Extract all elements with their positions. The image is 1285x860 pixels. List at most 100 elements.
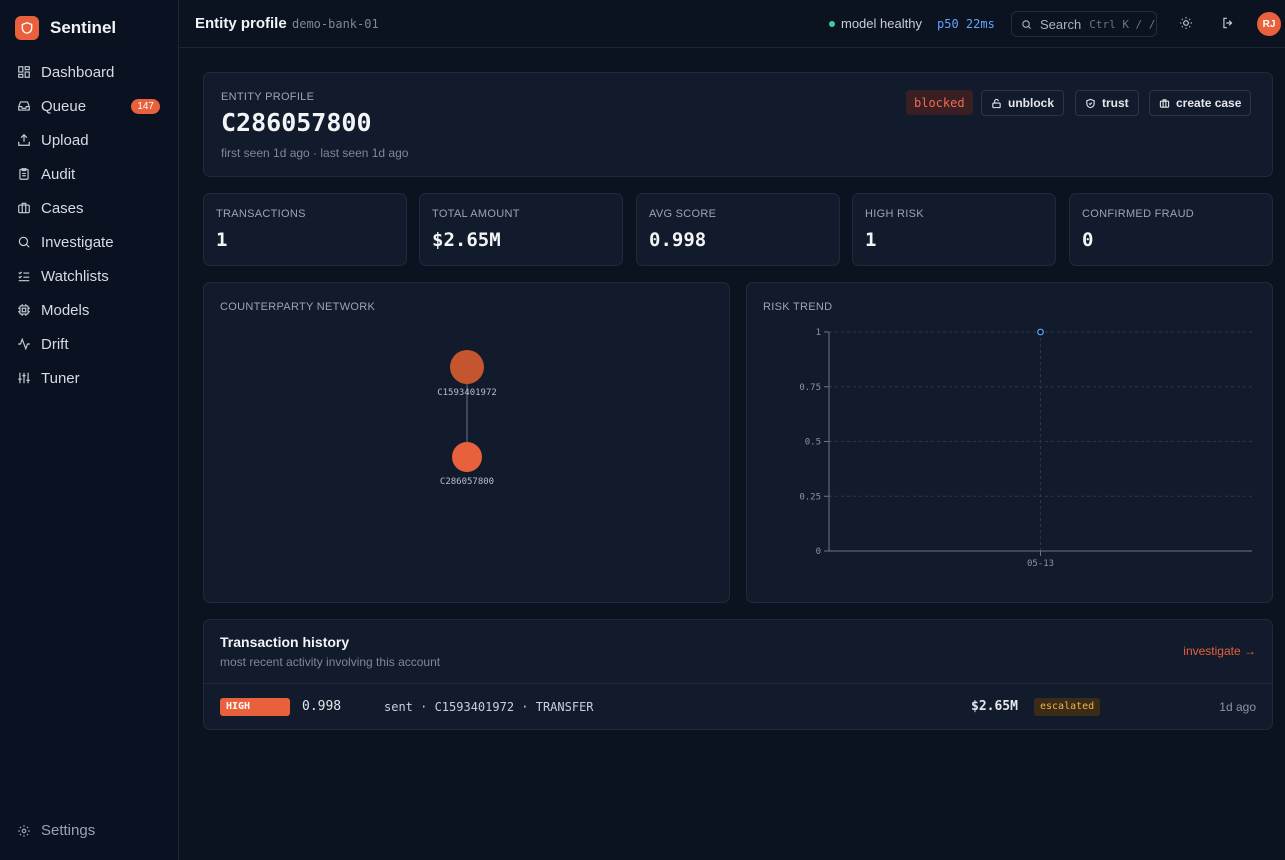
stat-value: 0 — [1082, 229, 1094, 251]
sidebar-nav: Dashboard Queue 147 Upload Audit Cases I… — [0, 55, 179, 395]
network-node-label: C286057800 — [440, 477, 494, 487]
sidebar-item-label: Queue — [41, 97, 87, 115]
transaction-amount: $2.65M — [971, 699, 1018, 714]
sidebar-item-models[interactable]: Models — [0, 293, 179, 327]
status-badge: escalated — [1034, 698, 1101, 716]
stat-label: TRANSACTIONS — [216, 208, 306, 220]
create-case-label: create case — [1176, 96, 1242, 110]
sidebar-item-label: Upload — [41, 131, 89, 149]
unlock-icon — [992, 98, 1001, 108]
sidebar-item-settings[interactable]: Settings — [17, 822, 95, 839]
seen-info: first seen 1d ago · last seen 1d ago — [221, 146, 409, 160]
risk-score: 0.998 — [302, 699, 342, 714]
stat-value: 1 — [865, 229, 877, 251]
entity-profile-card: ENTITY PROFILE C286057800 first seen 1d … — [203, 72, 1273, 177]
status-dot-icon — [829, 20, 835, 27]
unblock-label: unblock — [1008, 96, 1055, 110]
trust-label: trust — [1102, 96, 1129, 110]
model-health-indicator: model healthy — [829, 16, 922, 31]
clipboard-icon — [19, 168, 29, 180]
section-title: Transaction history — [220, 634, 350, 650]
unblock-button[interactable]: unblock — [981, 90, 1065, 116]
search-icon — [18, 236, 30, 248]
list-check-icon — [18, 271, 30, 282]
sidebar-item-cases[interactable]: Cases — [0, 191, 179, 225]
stat-card-avg-score: AVG SCORE 0.998 — [636, 193, 840, 266]
sidebar-item-label: Tuner — [41, 369, 80, 387]
brand[interactable]: Sentinel — [15, 16, 116, 40]
table-row[interactable]: HIGH 0.998 sent · C1593401972 · TRANSFER… — [204, 684, 1272, 730]
trust-button[interactable]: trust — [1075, 90, 1139, 116]
sidebar-item-label: Models — [41, 301, 90, 319]
risk-level-badge: HIGH — [220, 698, 290, 716]
data-point — [1037, 328, 1044, 336]
investigate-link[interactable]: investigate → — [1183, 644, 1256, 658]
search-button[interactable]: Search Ctrl K / / — [1011, 11, 1157, 37]
transaction-history-card: Transaction history most recent activity… — [203, 619, 1273, 730]
avatar[interactable]: RJ — [1257, 12, 1281, 36]
stat-card-total-amount: TOTAL AMOUNT $2.65M — [419, 193, 623, 266]
logout-icon[interactable] — [1221, 16, 1235, 30]
sidebar-item-investigate[interactable]: Investigate — [0, 225, 179, 259]
sidebar: Sentinel Dashboard Queue 147 Upload Audi… — [0, 0, 179, 860]
search-icon — [1022, 19, 1032, 29]
y-tick-label: 0 — [816, 547, 821, 557]
stat-label: HIGH RISK — [865, 208, 924, 220]
y-tick-label: 0.25 — [799, 492, 821, 502]
briefcase-icon — [1159, 98, 1170, 108]
topbar: Entity profile demo-bank-01 model health… — [179, 0, 1285, 48]
create-case-button[interactable]: create case — [1149, 90, 1252, 116]
inbox-icon — [18, 101, 30, 111]
sidebar-item-upload[interactable]: Upload — [0, 123, 179, 157]
x-tick-label: 05-13 — [1027, 559, 1054, 569]
network-node-self[interactable] — [452, 442, 482, 472]
card-label: ENTITY PROFILE — [221, 91, 315, 103]
stat-label: TOTAL AMOUNT — [432, 208, 520, 220]
sliders-icon — [18, 372, 30, 384]
status-badge: blocked — [906, 90, 973, 115]
page-title: Entity profile — [195, 15, 287, 32]
activity-icon — [18, 337, 30, 351]
stat-value: $2.65M — [432, 229, 501, 251]
stat-value: 0.998 — [649, 229, 707, 251]
sidebar-item-label: Investigate — [41, 233, 114, 251]
stat-label: CONFIRMED FRAUD — [1082, 208, 1195, 220]
transaction-time: 1d ago — [1219, 700, 1256, 714]
network-node-label: C1593401972 — [437, 388, 497, 398]
sidebar-item-label: Dashboard — [41, 63, 115, 81]
y-tick-label: 1 — [816, 328, 821, 338]
queue-count-badge: 147 — [131, 99, 160, 114]
latency-readout: p50 22ms — [937, 17, 995, 31]
sidebar-item-drift[interactable]: Drift — [0, 327, 179, 361]
risk-trend-panel: RISK TREND 0 0.25 0.5 0.75 1 05-13 — [746, 282, 1273, 603]
stat-card-confirmed-fraud: CONFIRMED FRAUD 0 — [1069, 193, 1273, 266]
sidebar-item-label: Watchlists — [41, 267, 109, 285]
shield-logo-icon — [15, 16, 39, 40]
dashboard-icon — [18, 66, 30, 78]
counterparty-network-panel: COUNTERPARTY NETWORK C1593401972 C286057… — [203, 282, 730, 603]
network-node-counterparty[interactable] — [450, 350, 484, 384]
cpu-icon — [18, 304, 30, 316]
sidebar-item-audit[interactable]: Audit — [0, 157, 179, 191]
sidebar-item-label: Cases — [41, 199, 84, 217]
sidebar-item-watchlists[interactable]: Watchlists — [0, 259, 179, 293]
entity-id: C286057800 — [221, 108, 372, 137]
sidebar-item-queue[interactable]: Queue 147 — [0, 89, 179, 123]
briefcase-icon — [18, 202, 30, 214]
transaction-description: sent · C1593401972 · TRANSFER — [384, 700, 594, 714]
sidebar-item-tuner[interactable]: Tuner — [0, 361, 179, 395]
gear-icon — [18, 824, 30, 837]
y-tick-label: 0.5 — [805, 438, 821, 448]
stat-card-high-risk: HIGH RISK 1 — [852, 193, 1056, 266]
upload-icon — [18, 133, 30, 146]
sidebar-item-label: Drift — [41, 335, 69, 353]
shield-check-icon — [1086, 98, 1095, 108]
model-health-text: model healthy — [841, 16, 922, 31]
sidebar-item-dashboard[interactable]: Dashboard — [0, 55, 179, 89]
sidebar-item-label: Audit — [41, 165, 76, 183]
search-shortcut: Ctrl K / / — [1089, 17, 1156, 31]
theme-toggle-sun-icon[interactable] — [1179, 16, 1193, 30]
stat-card-transactions: TRANSACTIONS 1 — [203, 193, 407, 266]
sidebar-item-label: Settings — [41, 822, 96, 839]
search-label: Search — [1040, 16, 1082, 32]
